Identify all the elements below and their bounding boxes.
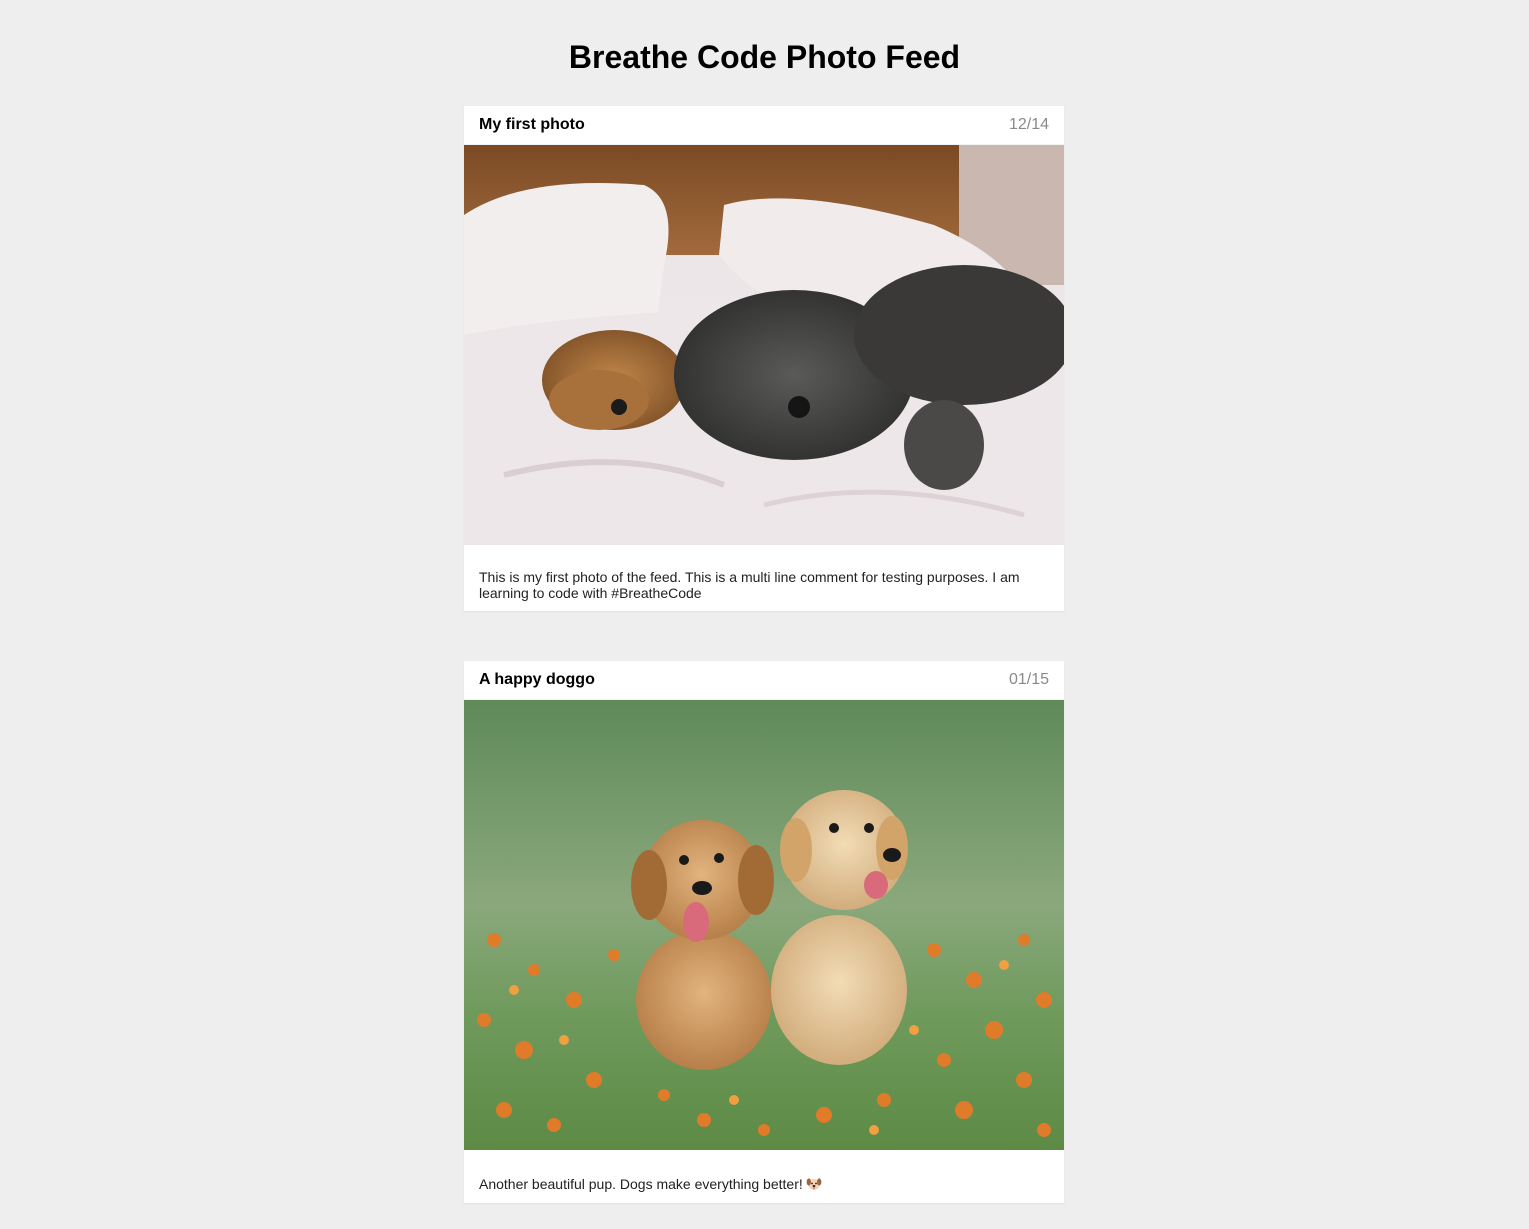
post-date: 12/14 bbox=[1008, 116, 1049, 133]
post-caption: Another beautiful pup. Dogs make everyth… bbox=[464, 1150, 1064, 1192]
post-title: A happy doggo bbox=[479, 671, 595, 688]
post-card: My first photo 12/14 This is my first ph… bbox=[464, 106, 1064, 611]
post-caption-text: Another beautiful pup. Dogs make everyth… bbox=[479, 1176, 803, 1192]
post-photo bbox=[464, 145, 1064, 545]
post-photo bbox=[464, 700, 1064, 1150]
post-card: A happy doggo 01/15 Another beautiful pu… bbox=[464, 661, 1064, 1203]
post-header: My first photo 12/14 bbox=[464, 106, 1064, 145]
post-header: A happy doggo 01/15 bbox=[464, 661, 1064, 700]
post-caption: This is my first photo of the feed. This… bbox=[479, 569, 1020, 601]
dog-face-icon bbox=[806, 1178, 822, 1190]
post-date: 01/15 bbox=[1008, 671, 1049, 688]
post-title: My first photo bbox=[479, 116, 585, 133]
page-title: Breathe Code Photo Feed bbox=[568, 39, 961, 75]
